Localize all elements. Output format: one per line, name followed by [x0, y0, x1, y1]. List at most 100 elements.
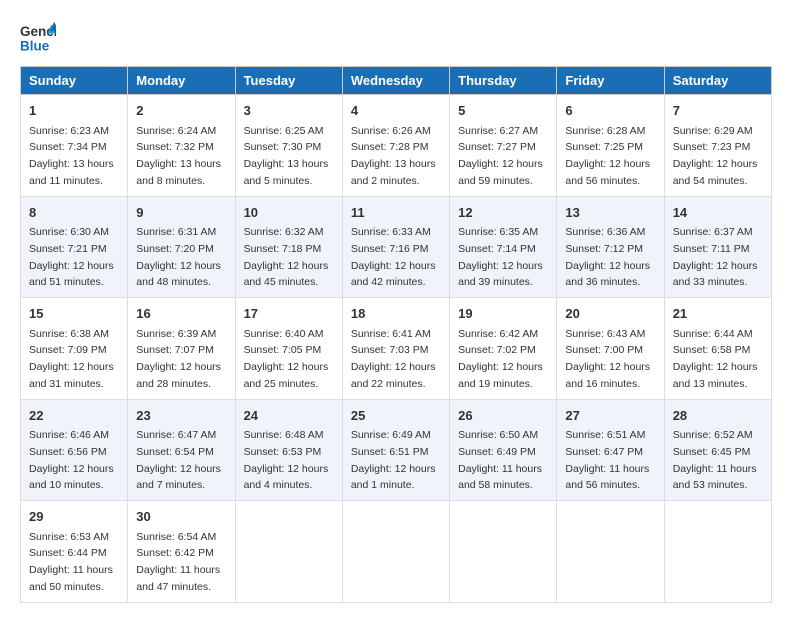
day-number: 21 [673, 304, 763, 324]
day-number: 6 [565, 101, 655, 121]
calendar-week-4: 22Sunrise: 6:46 AMSunset: 6:56 PMDayligh… [21, 399, 772, 501]
calendar-cell: 18 Sunrise: 6:41 AMSunset: 7:03 PMDayligh… [342, 298, 449, 400]
sunrise: Sunrise: 6:38 AMSunset: 7:09 PMDaylight:… [29, 328, 114, 390]
calendar-cell: 20 Sunrise: 6:43 AMSunset: 7:00 PMDayligh… [557, 298, 664, 400]
day-number: 22 [29, 406, 119, 426]
sunrise: Sunrise: 6:30 AMSunset: 7:21 PMDaylight:… [29, 226, 114, 288]
sunrise: Sunrise: 6:32 AMSunset: 7:18 PMDaylight:… [244, 226, 329, 288]
day-number: 5 [458, 101, 548, 121]
calendar-cell: 6Sunrise: 6:28 AMSunset: 7:25 PMDaylight… [557, 95, 664, 197]
calendar-cell: 17Sunrise: 6:40 AMSunset: 7:05 PMDayligh… [235, 298, 342, 400]
calendar-cell: 24Sunrise: 6:48 AMSunset: 6:53 PMDayligh… [235, 399, 342, 501]
day-number: 7 [673, 101, 763, 121]
calendar-cell: 22Sunrise: 6:46 AMSunset: 6:56 PMDayligh… [21, 399, 128, 501]
day-number: 14 [673, 203, 763, 223]
calendar-cell: 19 Sunrise: 6:42 AMSunset: 7:02 PMDayligh… [450, 298, 557, 400]
day-number: 26 [458, 406, 548, 426]
calendar-cell: 9Sunrise: 6:31 AMSunset: 7:20 PMDaylight… [128, 196, 235, 298]
day-number: 28 [673, 406, 763, 426]
calendar-cell [557, 501, 664, 603]
sunrise: Sunrise: 6:33 AMSunset: 7:16 PMDaylight:… [351, 226, 436, 288]
page-header: General Blue [20, 20, 772, 56]
day-number: 12 [458, 203, 548, 223]
calendar-cell: 8 Sunrise: 6:30 AMSunset: 7:21 PMDaylight… [21, 196, 128, 298]
calendar-cell: 14 Sunrise: 6:37 AMSunset: 7:11 PMDayligh… [664, 196, 771, 298]
day-number: 2 [136, 101, 226, 121]
calendar-cell: 26Sunrise: 6:50 AMSunset: 6:49 PMDayligh… [450, 399, 557, 501]
day-number: 8 [29, 203, 119, 223]
sunrise: Sunrise: 6:52 AMSunset: 6:45 PMDaylight:… [673, 429, 757, 491]
calendar-cell: 29 Sunrise: 6:53 AMSunset: 6:44 PMDayligh… [21, 501, 128, 603]
sunrise: Sunrise: 6:29 AMSunset: 7:23 PMDaylight:… [673, 125, 758, 187]
calendar-cell: 3 Sunrise: 6:25 AMSunset: 7:30 PMDaylight… [235, 95, 342, 197]
calendar-cell: 2 Sunrise: 6:24 AMSunset: 7:32 PMDaylight… [128, 95, 235, 197]
sunrise: Sunrise: 6:23 AMSunset: 7:34 PMDaylight:… [29, 125, 114, 187]
sunrise: Sunrise: 6:48 AMSunset: 6:53 PMDaylight:… [244, 429, 329, 491]
day-number: 1 [29, 101, 119, 121]
calendar-cell [664, 501, 771, 603]
day-number: 3 [244, 101, 334, 121]
day-number: 15 [29, 304, 119, 324]
logo: General Blue [20, 20, 56, 56]
calendar-table: SundayMondayTuesdayWednesdayThursdayFrid… [20, 66, 772, 603]
calendar-week-1: 1 Sunrise: 6:23 AMSunset: 7:34 PMDaylight… [21, 95, 772, 197]
calendar-body: 1 Sunrise: 6:23 AMSunset: 7:34 PMDaylight… [21, 95, 772, 603]
sunrise: Sunrise: 6:24 AMSunset: 7:32 PMDaylight:… [136, 125, 221, 187]
calendar-cell: 25 Sunrise: 6:49 AMSunset: 6:51 PMDayligh… [342, 399, 449, 501]
day-number: 23 [136, 406, 226, 426]
header-cell-wednesday: Wednesday [342, 67, 449, 95]
sunrise: Sunrise: 6:36 AMSunset: 7:12 PMDaylight:… [565, 226, 650, 288]
calendar-cell: 10 Sunrise: 6:32 AMSunset: 7:18 PMDayligh… [235, 196, 342, 298]
calendar-cell: 16 Sunrise: 6:39 AMSunset: 7:07 PMDayligh… [128, 298, 235, 400]
sunrise: Sunrise: 6:49 AMSunset: 6:51 PMDaylight:… [351, 429, 436, 491]
sunrise: Sunrise: 6:39 AMSunset: 7:07 PMDaylight:… [136, 328, 221, 390]
calendar-week-3: 15 Sunrise: 6:38 AMSunset: 7:09 PMDayligh… [21, 298, 772, 400]
sunrise: Sunrise: 6:35 AMSunset: 7:14 PMDaylight:… [458, 226, 543, 288]
sunrise: Sunrise: 6:27 AMSunset: 7:27 PMDaylight:… [458, 125, 543, 187]
calendar-cell: 15 Sunrise: 6:38 AMSunset: 7:09 PMDayligh… [21, 298, 128, 400]
day-number: 10 [244, 203, 334, 223]
calendar-cell: 11 Sunrise: 6:33 AMSunset: 7:16 PMDayligh… [342, 196, 449, 298]
sunrise: Sunrise: 6:31 AMSunset: 7:20 PMDaylight:… [136, 226, 221, 288]
day-number: 16 [136, 304, 226, 324]
header-cell-sunday: Sunday [21, 67, 128, 95]
day-number: 20 [565, 304, 655, 324]
header-cell-monday: Monday [128, 67, 235, 95]
calendar-cell: 30Sunrise: 6:54 AMSunset: 6:42 PMDayligh… [128, 501, 235, 603]
sunrise: Sunrise: 6:47 AMSunset: 6:54 PMDaylight:… [136, 429, 221, 491]
calendar-header: SundayMondayTuesdayWednesdayThursdayFrid… [21, 67, 772, 95]
day-number: 25 [351, 406, 441, 426]
calendar-cell: 1 Sunrise: 6:23 AMSunset: 7:34 PMDaylight… [21, 95, 128, 197]
calendar-cell [342, 501, 449, 603]
calendar-week-2: 8 Sunrise: 6:30 AMSunset: 7:21 PMDaylight… [21, 196, 772, 298]
sunrise: Sunrise: 6:42 AMSunset: 7:02 PMDaylight:… [458, 328, 543, 390]
calendar-cell [235, 501, 342, 603]
logo-icon: General Blue [20, 20, 56, 56]
sunrise: Sunrise: 6:53 AMSunset: 6:44 PMDaylight:… [29, 531, 113, 593]
sunrise: Sunrise: 6:37 AMSunset: 7:11 PMDaylight:… [673, 226, 758, 288]
header-cell-saturday: Saturday [664, 67, 771, 95]
sunrise: Sunrise: 6:40 AMSunset: 7:05 PMDaylight:… [244, 328, 329, 390]
day-number: 19 [458, 304, 548, 324]
calendar-cell: 13Sunrise: 6:36 AMSunset: 7:12 PMDayligh… [557, 196, 664, 298]
day-number: 11 [351, 203, 441, 223]
header-row: SundayMondayTuesdayWednesdayThursdayFrid… [21, 67, 772, 95]
calendar-cell: 21 Sunrise: 6:44 AMSunset: 6:58 PMDayligh… [664, 298, 771, 400]
header-cell-tuesday: Tuesday [235, 67, 342, 95]
sunrise: Sunrise: 6:26 AMSunset: 7:28 PMDaylight:… [351, 125, 436, 187]
calendar-cell: 12 Sunrise: 6:35 AMSunset: 7:14 PMDayligh… [450, 196, 557, 298]
header-cell-friday: Friday [557, 67, 664, 95]
header-cell-thursday: Thursday [450, 67, 557, 95]
sunrise: Sunrise: 6:41 AMSunset: 7:03 PMDaylight:… [351, 328, 436, 390]
sunrise: Sunrise: 6:54 AMSunset: 6:42 PMDaylight:… [136, 531, 220, 593]
calendar-cell: 5 Sunrise: 6:27 AMSunset: 7:27 PMDaylight… [450, 95, 557, 197]
svg-text:Blue: Blue [20, 39, 50, 54]
sunrise: Sunrise: 6:43 AMSunset: 7:00 PMDaylight:… [565, 328, 650, 390]
sunrise: Sunrise: 6:44 AMSunset: 6:58 PMDaylight:… [673, 328, 758, 390]
day-number: 29 [29, 507, 119, 527]
day-number: 27 [565, 406, 655, 426]
day-number: 18 [351, 304, 441, 324]
calendar-cell [450, 501, 557, 603]
sunrise: Sunrise: 6:25 AMSunset: 7:30 PMDaylight:… [244, 125, 329, 187]
calendar-week-5: 29 Sunrise: 6:53 AMSunset: 6:44 PMDayligh… [21, 501, 772, 603]
